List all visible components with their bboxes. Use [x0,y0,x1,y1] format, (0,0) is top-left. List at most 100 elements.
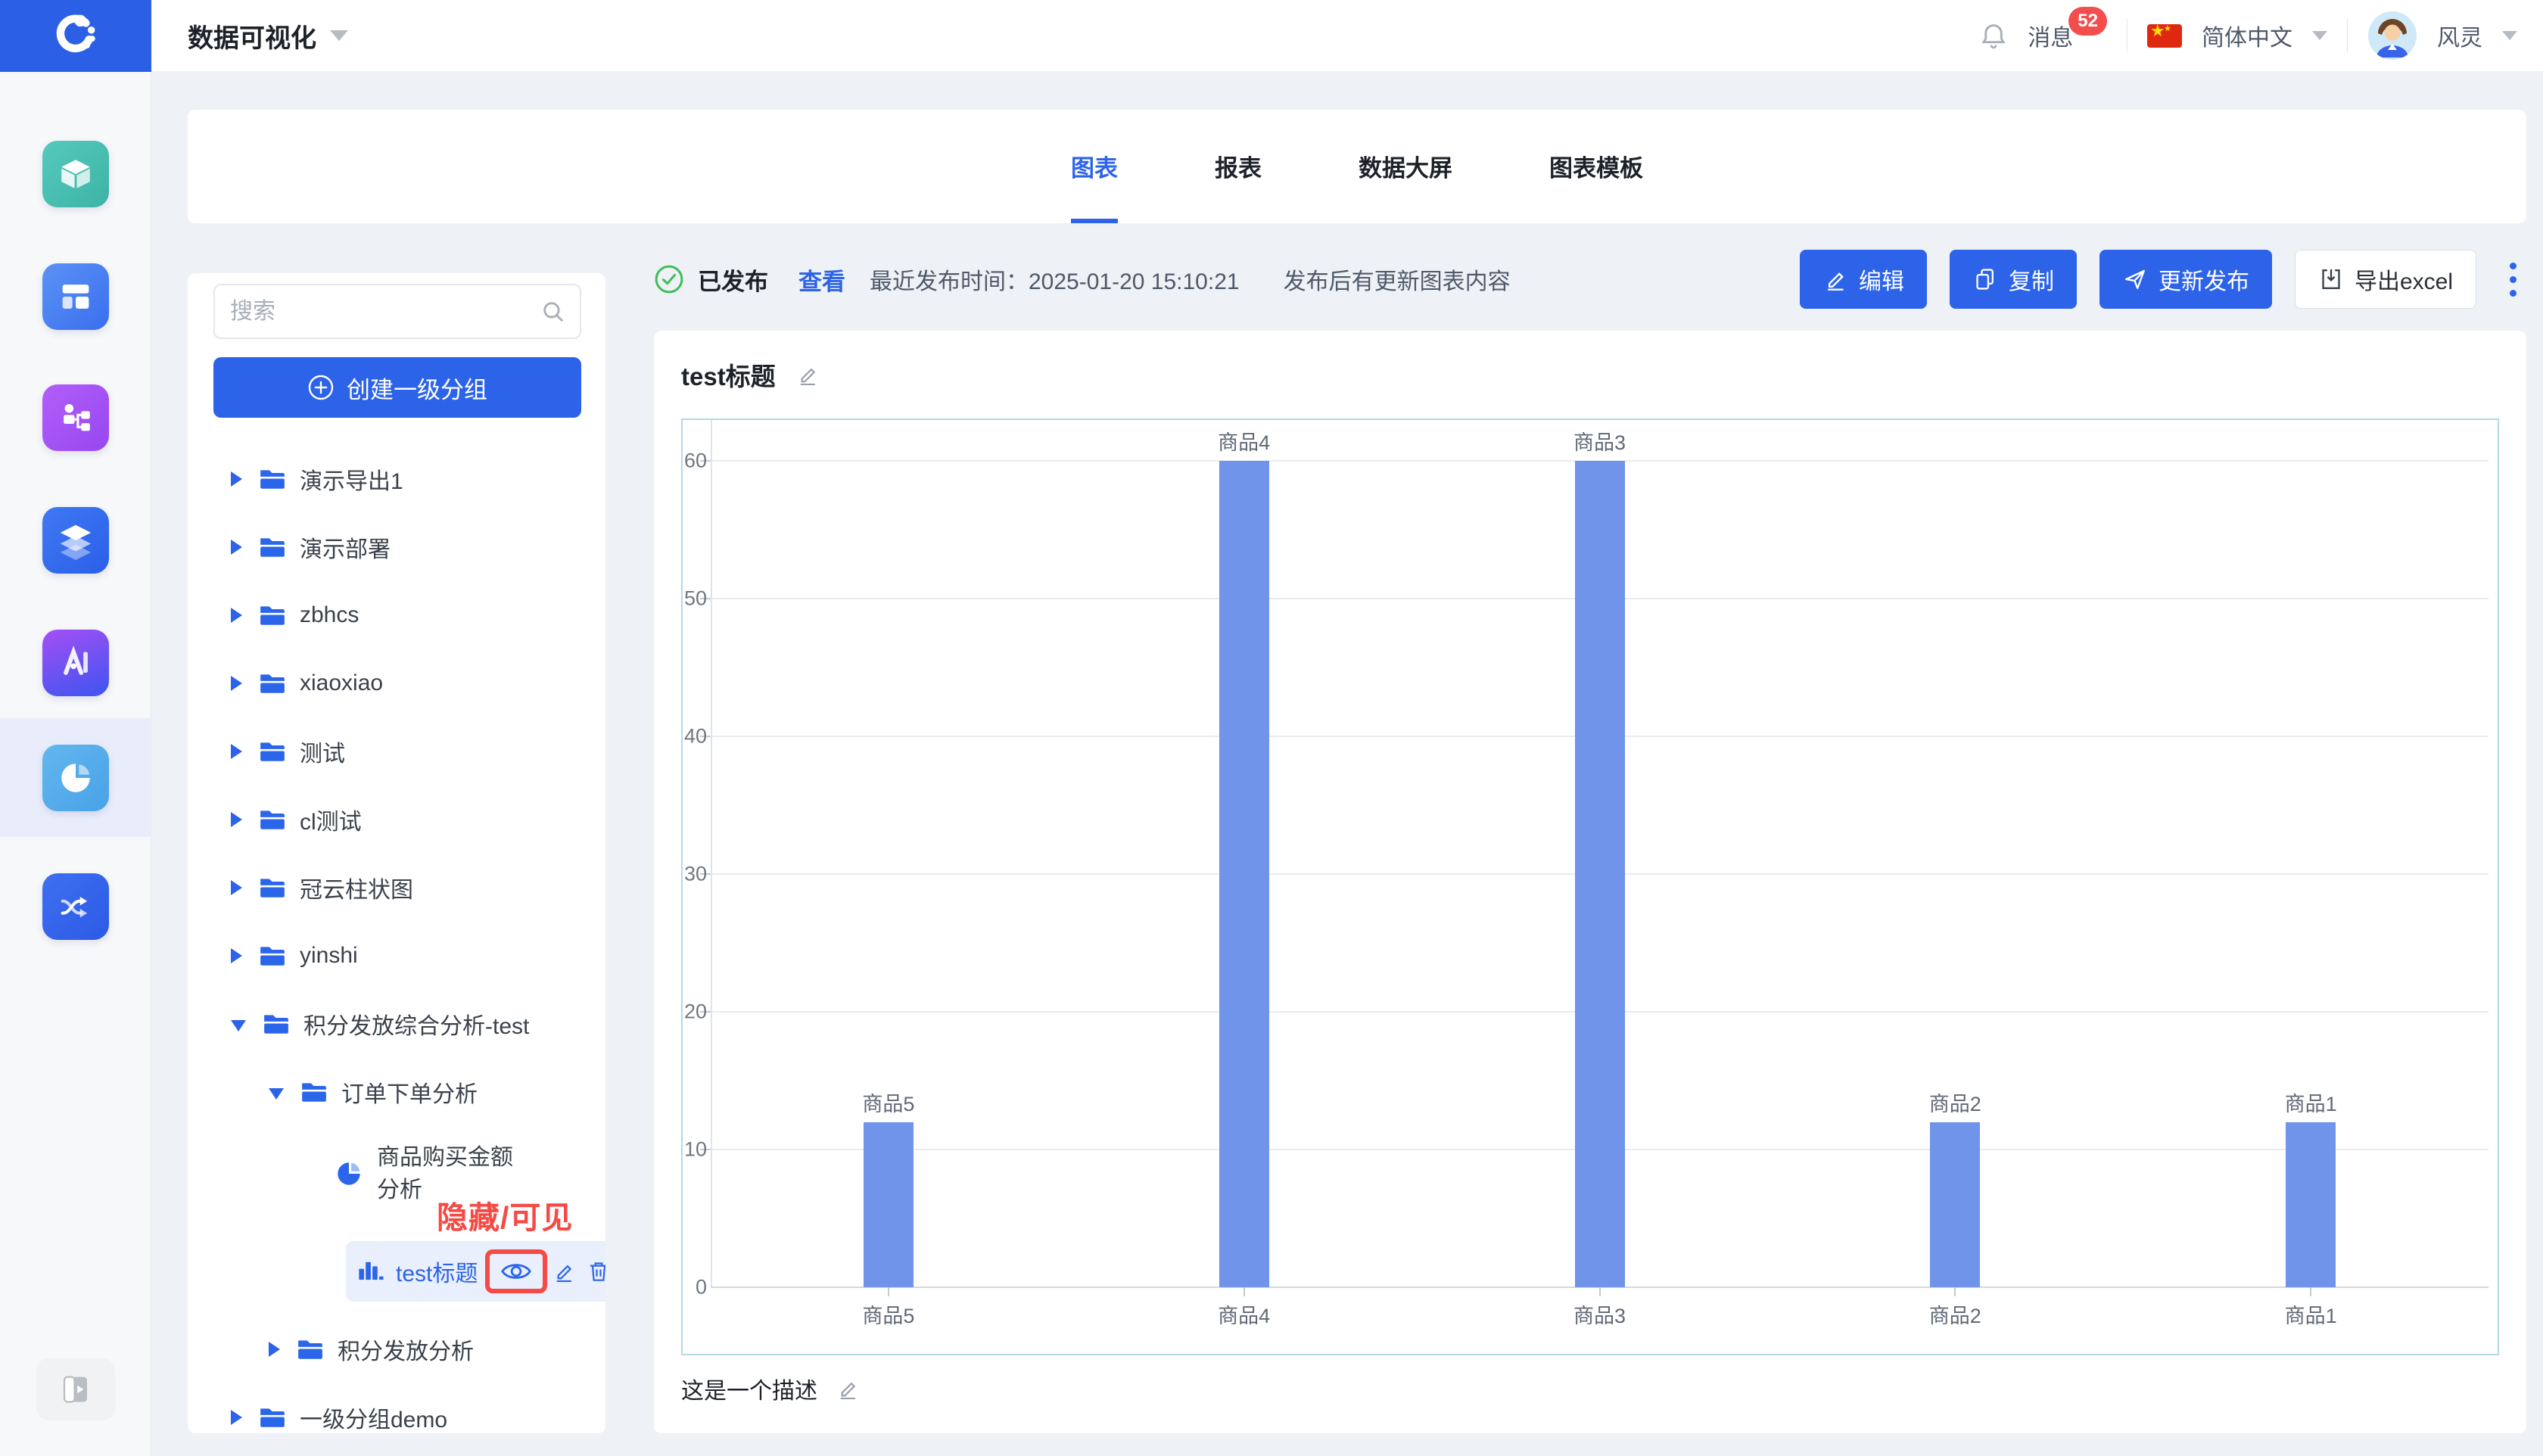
annotation-highlight-box [485,1249,547,1293]
tree-item-label: xiaoxiao [300,670,384,695]
x-tick [1598,1287,1601,1296]
export-excel-button[interactable]: 导出excel [2294,250,2476,309]
caret-down-icon[interactable] [231,1019,246,1031]
edit-button[interactable]: 编辑 [1799,250,1927,309]
tab-chart-templates[interactable]: 图表模板 [1549,110,1643,223]
caret-right-icon[interactable] [231,471,242,487]
tab-charts[interactable]: 图表 [1071,110,1118,223]
y-axis-label: 50 [683,586,707,610]
top-header: 数据可视化 消息 52 ★ ★ 简体中文 风灵 [151,0,2543,72]
tree-item[interactable]: 测试 [213,717,587,786]
cube-icon [42,140,109,207]
caret-right-icon[interactable] [231,608,242,623]
tree-item[interactable]: zbhcs [213,581,587,649]
copy-button[interactable]: 复制 [1949,250,2077,309]
username[interactable]: 风灵 [2437,19,2482,52]
rail-item-cube[interactable] [0,114,151,233]
caret-down-icon[interactable] [269,1087,284,1100]
caret-right-icon[interactable] [231,948,242,963]
folder-icon [260,674,285,693]
annotation-label: 隐藏/可见 [437,1200,574,1235]
caret-right-icon[interactable] [231,812,242,827]
search-input[interactable] [215,298,540,325]
tree-item[interactable]: 冠云柱状图 [213,854,587,922]
app-title-caret-icon[interactable] [330,30,348,41]
chart-description: 这是一个描述 [681,1379,817,1404]
delete-button[interactable] [587,1259,605,1283]
tree-item[interactable]: 积分发放分析 [213,1315,587,1383]
tree-item[interactable]: 演示部署 [213,513,587,581]
tab-data-screen[interactable]: 数据大屏 [1359,110,1452,223]
x-axis-label: 商品2 [1928,1305,1981,1327]
shuffle-icon [42,873,109,940]
more-actions-button[interactable] [2499,250,2526,309]
user-avatar[interactable] [2367,11,2417,61]
chart-plot-area: 0 10 20 30 40 50 60 商品5 商品5 商品4 商品4 商品3 商品3 商品2 商品2 商品1… [683,420,2498,1354]
folder-icon [260,879,285,898]
publish-status: 已发布 [698,268,768,295]
tree-item[interactable]: 一级分组demo [213,1383,587,1433]
edit-pencil-icon [840,1382,856,1400]
app-logo[interactable] [0,0,151,72]
caret-right-icon[interactable] [231,880,242,895]
eye-icon [501,1264,531,1279]
tree-item-expanded[interactable]: 订单下单分析 [213,1058,587,1126]
tree-item-label: 积分发放综合分析-test [303,1014,530,1039]
rail-item-data-visualization[interactable] [0,718,151,837]
search-box [213,284,581,339]
update-publish-button[interactable]: 更新发布 [2099,250,2272,309]
tree-item-label: cl测试 [300,810,362,835]
visibility-toggle-button[interactable] [500,1258,532,1284]
rail-item-layers[interactable] [0,481,151,599]
messages-badge: 52 [2068,7,2107,36]
pie-analytics-icon [42,744,109,811]
edit-title-button[interactable] [795,362,820,387]
pencil-icon [1828,272,1844,291]
tree-item-test-title-selected[interactable]: test标题 [346,1241,605,1302]
rail-item-shuffle[interactable] [0,847,151,966]
create-group-button[interactable]: 创建一级分组 [213,357,581,418]
tree-item-label: yinshi [300,943,358,968]
tab-reports[interactable]: 报表 [1215,110,1262,223]
collapse-sidebar-button[interactable] [36,1358,115,1420]
trash-icon [590,1262,605,1281]
edit-description-button[interactable] [836,1377,860,1401]
dashboard-layout-icon [42,263,109,330]
messages-button[interactable]: 消息 52 [2028,7,2107,52]
tree-item[interactable]: 演示导出1 [213,445,587,513]
edit-pencil-icon [556,1265,572,1283]
view-link[interactable]: 查看 [798,263,845,297]
caret-right-icon[interactable] [231,676,242,691]
user-caret-icon[interactable] [2502,31,2517,40]
x-axis-label: 商品5 [862,1305,915,1327]
tree-item[interactable]: xiaoxiao [213,649,587,717]
bell-icon[interactable] [1979,21,2008,50]
tree-item[interactable]: cl测试 [213,786,587,854]
caret-right-icon[interactable] [269,1342,280,1357]
rail-item-dashboard[interactable] [0,237,151,356]
language-caret-icon[interactable] [2312,31,2327,40]
tree-item[interactable]: yinshi [213,922,587,990]
folder-icon [302,1083,326,1102]
search-icon[interactable] [540,299,566,325]
caret-right-icon[interactable] [231,540,242,555]
x-tick [1954,1287,1956,1296]
language-label[interactable]: 简体中文 [2202,19,2292,52]
y-axis-label: 40 [683,724,707,748]
bar-value-label: 商品1 [2284,1092,2337,1115]
rail-item-ai[interactable] [0,603,151,722]
rail-item-org-flow[interactable] [0,358,151,477]
published-check-icon [655,265,683,294]
logo-mark-icon [56,14,95,52]
caret-right-icon[interactable] [231,1410,242,1425]
plus-circle-icon [308,375,334,400]
tree-item-label: 积分发放分析 [338,1339,474,1364]
folder-icon [260,1408,285,1427]
tree-item-label: test标题 [396,1262,478,1286]
caret-right-icon[interactable] [231,744,242,759]
tree-item-expanded[interactable]: 积分发放综合分析-test [213,990,587,1058]
copy-icon [1976,269,1994,290]
y-axis-line [711,420,712,1287]
rename-button[interactable] [552,1259,576,1283]
layers-icon [42,506,109,574]
